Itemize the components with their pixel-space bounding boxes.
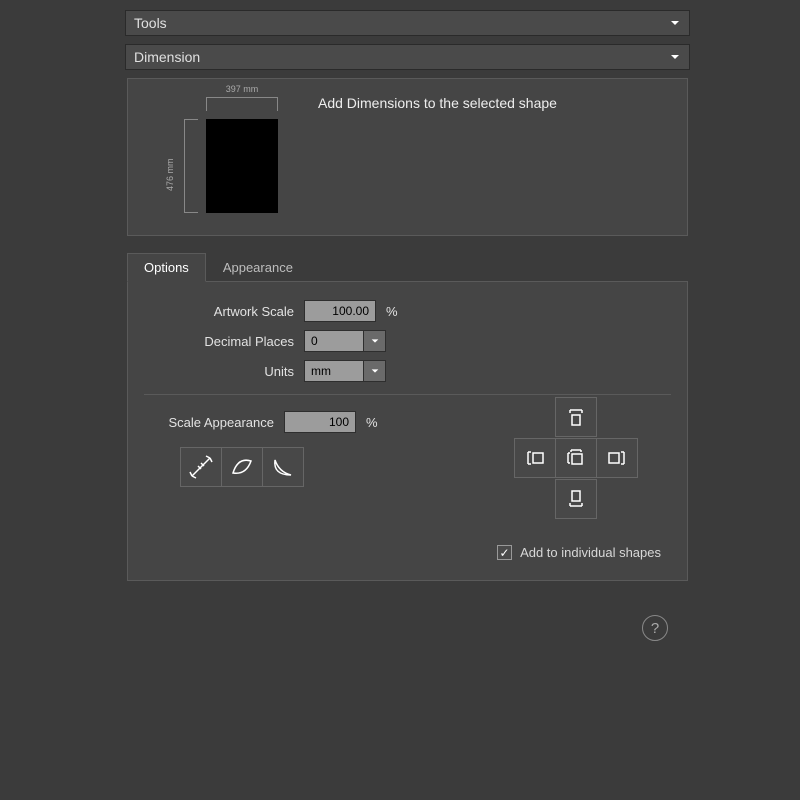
tab-appearance[interactable]: Appearance [206,253,310,281]
help-button[interactable]: ? [642,615,668,641]
crescent-curve-icon [269,453,297,481]
tools-section-header[interactable]: Tools [125,10,690,36]
dimension-section-header[interactable]: Dimension [125,44,690,70]
placement-right-icon [606,447,628,469]
dimension-preview-thumb: 397 mm 476 mm [168,91,298,221]
add-individual-checkbox[interactable]: ✓ [497,545,512,560]
measure-line-icon [187,453,215,481]
units-value: mm [304,360,364,382]
placement-grid [511,397,641,527]
dimension-description-text: Add Dimensions to the selected shape [318,91,557,221]
placement-center-icon [565,447,587,469]
scale-appearance-input[interactable] [284,411,356,433]
chevron-down-icon[interactable] [364,330,386,352]
dimension-description-box: 397 mm 476 mm Add Dimensions to the sele… [127,78,688,236]
units-label: Units [154,364,304,379]
units-select[interactable]: mm [304,360,386,382]
crescent-curve-button[interactable] [262,447,304,487]
preview-width-dimension: 397 mm [206,97,278,108]
leaf-curve-button[interactable] [221,447,263,487]
tools-section-label: Tools [134,15,167,31]
artwork-scale-input[interactable] [304,300,376,322]
measure-line-button[interactable] [180,447,222,487]
placement-left-button[interactable] [514,438,556,478]
scale-appearance-unit: % [366,415,378,430]
placement-bottom-icon [565,488,587,510]
chevron-down-icon[interactable] [364,360,386,382]
placement-top-icon [565,406,587,428]
decimal-places-value: 0 [304,330,364,352]
artwork-scale-unit: % [386,304,398,319]
preview-height-dimension: 476 mm [184,119,185,213]
tab-options[interactable]: Options [127,253,206,282]
leaf-curve-icon [228,453,256,481]
decimal-places-select[interactable]: 0 [304,330,386,352]
artwork-scale-label: Artwork Scale [154,304,304,319]
help-icon: ? [651,620,659,637]
preview-shape-rect [206,119,278,213]
placement-top-button[interactable] [555,397,597,437]
decimal-places-label: Decimal Places [154,334,304,349]
placement-left-icon [524,447,546,469]
options-divider [144,394,671,395]
placement-bottom-button[interactable] [555,479,597,519]
dimension-section-label: Dimension [134,49,200,65]
chevron-down-icon [669,51,681,63]
placement-center-button[interactable] [555,438,597,478]
options-tab-body: Artwork Scale % Decimal Places 0 Units m… [127,281,688,581]
add-individual-label: Add to individual shapes [520,545,661,560]
scale-appearance-label: Scale Appearance [154,415,284,430]
options-tab-strip: Options Appearance [127,252,688,281]
chevron-down-icon [669,17,681,29]
placement-right-button[interactable] [596,438,638,478]
